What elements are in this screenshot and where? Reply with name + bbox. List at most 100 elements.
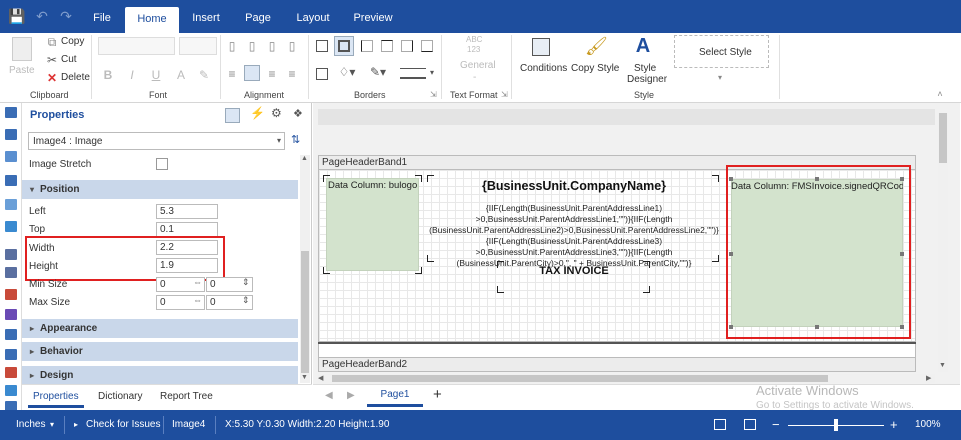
word-wrap-icon[interactable]: ▯ bbox=[286, 39, 298, 53]
borders-launcher-icon[interactable]: ⇲ bbox=[430, 90, 437, 99]
highlight-icon[interactable]: ✎ bbox=[198, 68, 210, 82]
component-icon[interactable] bbox=[5, 221, 17, 232]
sort-icon[interactable]: ⇅ bbox=[291, 133, 300, 146]
scroll-right-icon[interactable]: ▶ bbox=[926, 374, 931, 382]
align-center-icon[interactable] bbox=[244, 65, 260, 81]
justify-icon[interactable]: ≡ bbox=[286, 67, 298, 81]
delete-button[interactable]: Delete bbox=[61, 72, 90, 83]
style-designer-label-2[interactable]: Designer bbox=[627, 74, 667, 85]
select-style-box[interactable]: Select Style bbox=[674, 35, 769, 68]
barcode-icon[interactable] bbox=[5, 309, 17, 320]
units-select[interactable]: Inches bbox=[16, 410, 45, 440]
horizontal-scrollbar[interactable]: ◀ ▶ bbox=[318, 374, 935, 383]
paste-icon[interactable] bbox=[12, 37, 32, 61]
text-icon[interactable] bbox=[5, 175, 17, 186]
underline-icon[interactable]: U bbox=[151, 68, 161, 82]
bold-icon[interactable]: B bbox=[103, 68, 113, 82]
gauge-icon[interactable] bbox=[5, 349, 17, 360]
top-input[interactable]: 0.1 bbox=[156, 222, 218, 237]
image-stretch-checkbox[interactable] bbox=[156, 158, 168, 170]
position-section[interactable]: ▾ Position bbox=[22, 180, 298, 199]
tab-file[interactable]: File bbox=[86, 0, 118, 33]
scroll-down-icon[interactable]: ▼ bbox=[301, 374, 308, 381]
company-name-field[interactable]: {BusinessUnit.CompanyName} bbox=[429, 179, 719, 193]
table-icon[interactable] bbox=[5, 267, 17, 278]
appearance-section[interactable]: ▸ Appearance bbox=[22, 319, 298, 338]
gear-icon[interactable]: ⚙ bbox=[271, 106, 282, 120]
spin-icon[interactable]: ⇕ bbox=[242, 277, 250, 288]
tab-layout[interactable]: Layout bbox=[292, 0, 334, 33]
align-top-icon[interactable]: ▯ bbox=[226, 39, 238, 53]
tab-dictionary[interactable]: Dictionary bbox=[98, 391, 142, 402]
fit-width-icon[interactable] bbox=[744, 419, 756, 430]
font-name-select[interactable] bbox=[98, 37, 175, 55]
paste-button[interactable]: Paste bbox=[9, 65, 35, 76]
cross-band-icon[interactable] bbox=[5, 129, 17, 140]
align-middle-icon[interactable]: ▯ bbox=[246, 39, 258, 53]
border-none-icon[interactable] bbox=[316, 68, 328, 80]
cut-button[interactable]: Cut bbox=[61, 54, 77, 65]
italic-icon[interactable]: I bbox=[127, 68, 137, 82]
tab-properties[interactable]: Properties bbox=[33, 391, 79, 402]
scroll-up-icon[interactable]: ▲ bbox=[301, 155, 308, 162]
style-designer-label-1[interactable]: Style bbox=[634, 63, 656, 74]
tab-report-tree[interactable]: Report Tree bbox=[160, 391, 213, 402]
tab-page[interactable]: Page bbox=[240, 0, 276, 33]
tab-home[interactable]: Home bbox=[125, 7, 179, 33]
text-format-launcher-icon[interactable]: ⇲ bbox=[501, 90, 508, 99]
prev-page-icon[interactable]: ◀ bbox=[325, 390, 333, 401]
zoom-slider-thumb[interactable] bbox=[834, 419, 838, 431]
map-icon[interactable] bbox=[5, 329, 17, 340]
link-icon[interactable]: ⇔ bbox=[193, 277, 202, 287]
font-color-icon[interactable]: A bbox=[175, 68, 187, 82]
align-left-icon[interactable]: ≡ bbox=[226, 67, 238, 81]
left-input[interactable]: 5.3 bbox=[156, 204, 218, 219]
save-icon[interactable]: 💾 bbox=[8, 8, 25, 24]
properties-view-icon[interactable] bbox=[225, 108, 240, 123]
border-all-icon[interactable] bbox=[316, 40, 328, 52]
vertical-scrollbar[interactable]: ▼ bbox=[938, 113, 948, 372]
rich-text-icon[interactable] bbox=[5, 385, 17, 396]
general-format-button[interactable]: General bbox=[460, 60, 496, 71]
scrollbar-thumb[interactable] bbox=[939, 113, 947, 163]
scroll-left-icon[interactable]: ◀ bbox=[318, 374, 323, 382]
band-icon[interactable] bbox=[5, 107, 17, 118]
fit-page-icon[interactable] bbox=[714, 419, 726, 430]
align-right-icon[interactable]: ≡ bbox=[266, 67, 278, 81]
panel-icon[interactable] bbox=[5, 151, 17, 162]
font-size-select[interactable] bbox=[179, 37, 217, 55]
fill-color-icon[interactable]: ♢▾ bbox=[338, 65, 356, 79]
design-surface[interactable]: PageHeaderBand1 Data Column: bulogo {Bus… bbox=[313, 103, 960, 411]
zoom-out-icon[interactable]: − bbox=[772, 410, 780, 440]
design-section[interactable]: ▸ Design bbox=[22, 366, 298, 385]
scrollbar-thumb[interactable] bbox=[301, 251, 309, 373]
events-icon[interactable]: ⚡ bbox=[250, 106, 265, 120]
conditions-button[interactable]: Conditions bbox=[520, 63, 567, 74]
undo-icon[interactable]: ↶ bbox=[34, 8, 50, 24]
component-select[interactable]: Image4 : Image ▾ bbox=[28, 132, 285, 150]
border-style-icon[interactable] bbox=[400, 68, 426, 79]
image-icon[interactable] bbox=[5, 367, 17, 378]
copy-button[interactable]: Copy bbox=[61, 36, 84, 47]
collapse-ribbon-icon[interactable]: ˄ bbox=[935, 87, 945, 101]
properties-scrollbar[interactable]: ▲ ▼ bbox=[300, 155, 310, 383]
tax-invoice-title[interactable]: TAX INVOICE bbox=[499, 265, 649, 277]
border-top-icon[interactable] bbox=[381, 40, 393, 52]
tab-insert[interactable]: Insert bbox=[186, 0, 226, 33]
border-color-icon[interactable]: ✎▾ bbox=[368, 65, 388, 79]
scroll-down-icon[interactable]: ▼ bbox=[939, 362, 946, 369]
pin-icon[interactable]: ❖ bbox=[293, 107, 303, 120]
add-page-icon[interactable]: + bbox=[433, 386, 442, 403]
logo-image[interactable] bbox=[326, 178, 419, 271]
redo-icon[interactable]: ↷ bbox=[58, 8, 74, 24]
page1-tab[interactable]: Page1 bbox=[367, 385, 423, 407]
behavior-section[interactable]: ▸ Behavior bbox=[22, 342, 298, 361]
chart-icon[interactable] bbox=[5, 289, 17, 300]
scrollbar-thumb[interactable] bbox=[332, 375, 828, 382]
shape-icon[interactable] bbox=[5, 199, 17, 210]
zoom-in-icon[interactable]: + bbox=[890, 410, 898, 440]
align-bottom-icon[interactable]: ▯ bbox=[266, 39, 278, 53]
border-right-icon[interactable] bbox=[401, 40, 413, 52]
address-field[interactable]: {IIF(Length(BusinessUnit.ParentAddressLi… bbox=[419, 203, 729, 269]
tab-preview[interactable]: Preview bbox=[350, 0, 396, 33]
